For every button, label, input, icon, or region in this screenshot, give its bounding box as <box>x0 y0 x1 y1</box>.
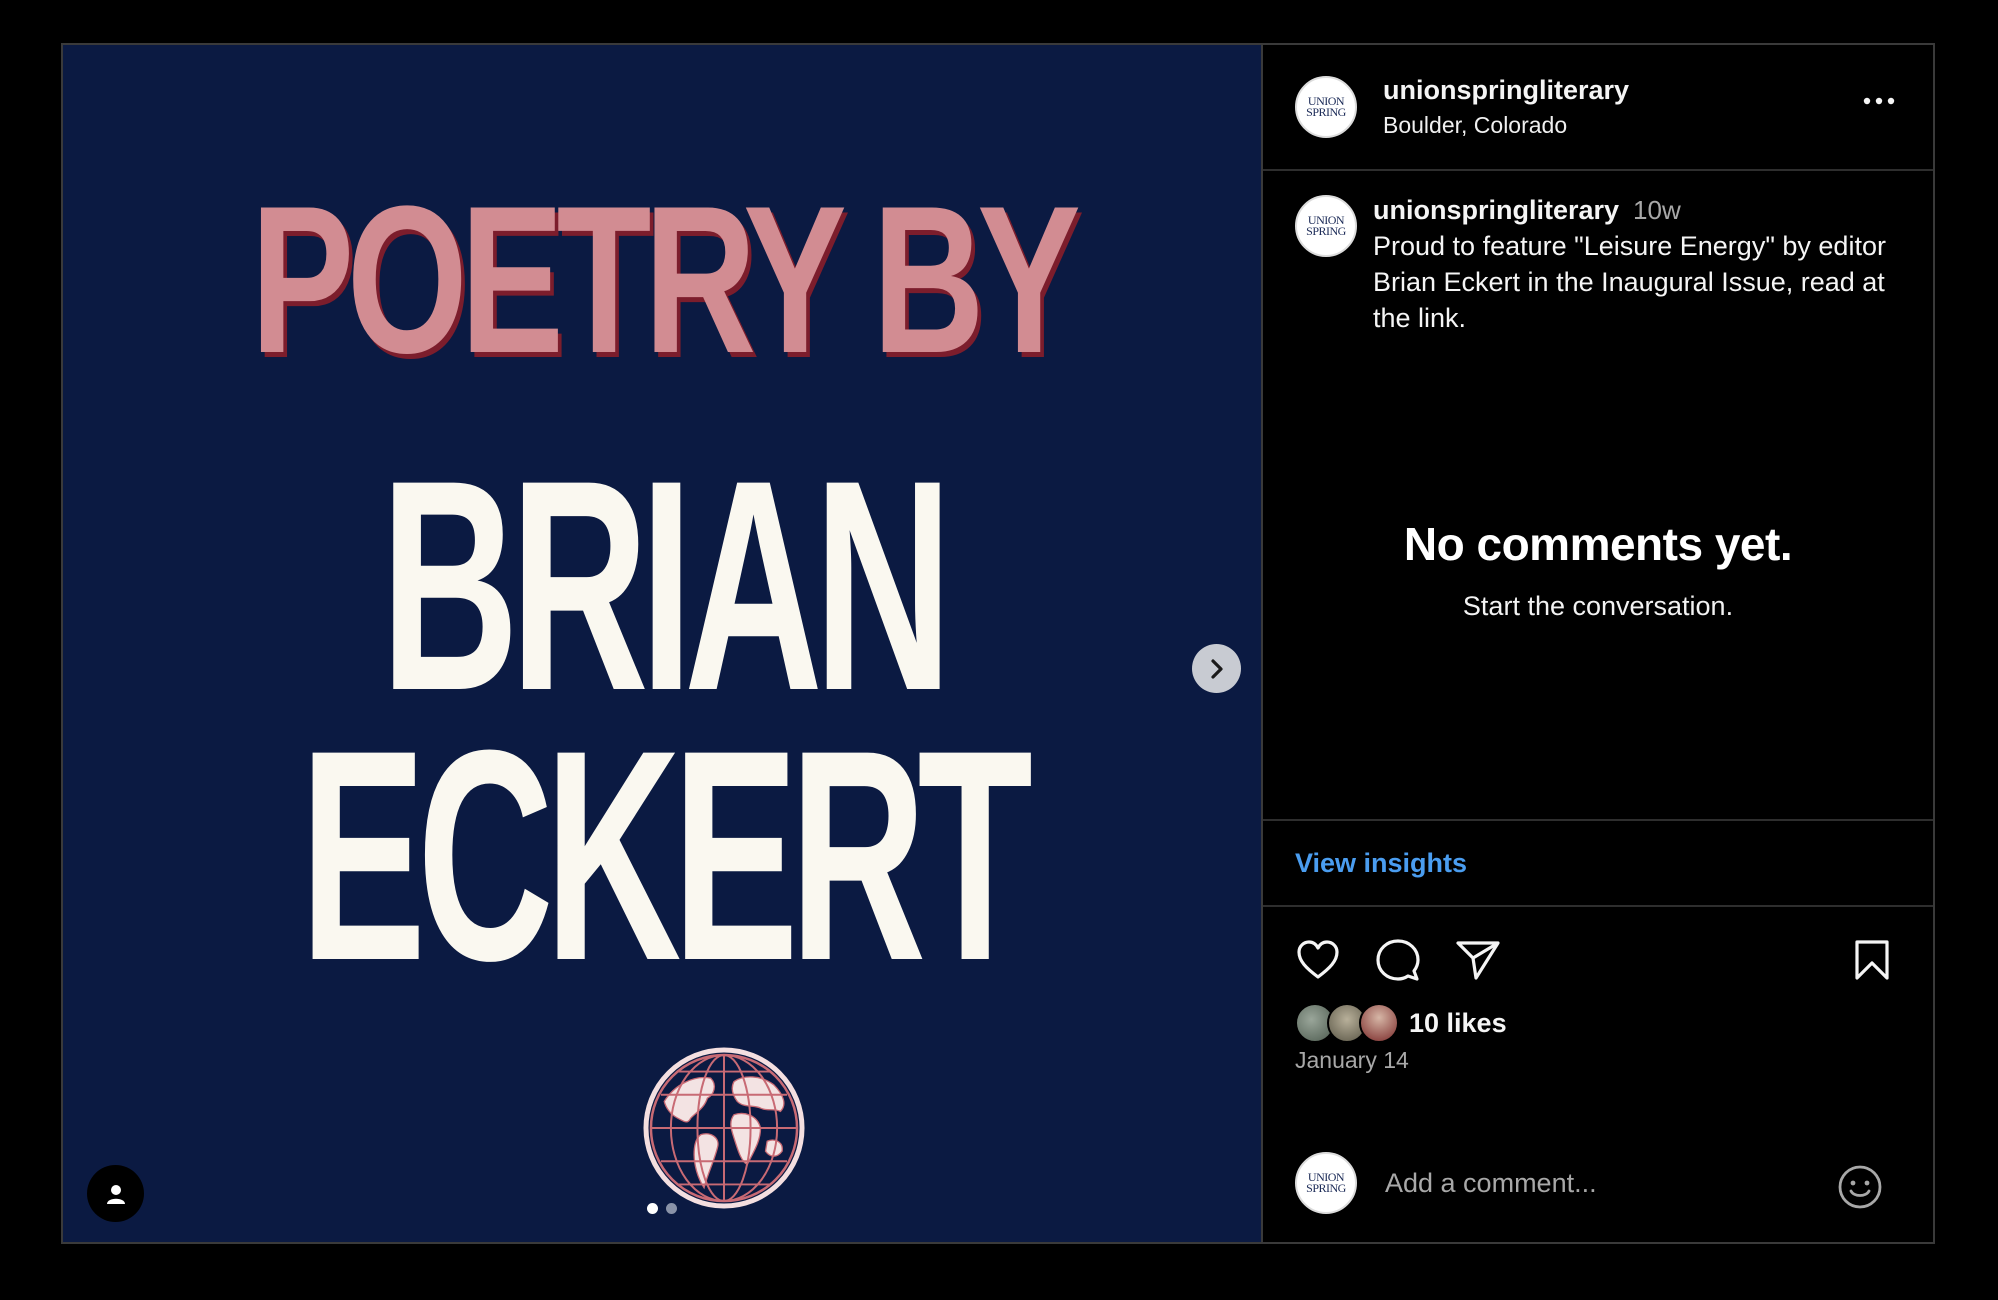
comment-bubble-icon <box>1376 939 1420 981</box>
carousel-dot <box>666 1203 677 1214</box>
chevron-right-icon <box>1210 658 1223 679</box>
avatar-text-bottom: SPRING <box>1306 224 1346 238</box>
avatar-text-bottom: SPRING <box>1306 1181 1346 1195</box>
smiley-icon[interactable] <box>1837 1164 1883 1210</box>
avatar-text-bottom: SPRING <box>1306 105 1346 119</box>
no-comments-title: No comments yet. <box>1403 518 1793 570</box>
caption-time: 10w <box>1633 195 1681 225</box>
paper-plane-icon <box>1456 941 1500 980</box>
comment-composer: UNION SPRING <box>1263 1124 1933 1242</box>
like-button[interactable] <box>1295 937 1341 983</box>
post-username[interactable]: unionspringliterary <box>1383 75 1629 106</box>
more-horizontal-icon[interactable] <box>1863 97 1895 105</box>
carousel-dot-active <box>647 1203 658 1214</box>
post-header: UNION SPRING unionspringliterary Boulder… <box>1263 45 1933 171</box>
composer-avatar: UNION SPRING <box>1295 1152 1357 1214</box>
avatar[interactable]: UNION SPRING <box>1295 76 1357 138</box>
likes-count[interactable]: 10 likes <box>1409 1008 1507 1039</box>
headline-last-name: ECKERT <box>299 687 1033 1023</box>
post-modal: POETRY BY BRIAN ECKERT UNION SPRING unio… <box>61 43 1935 1244</box>
comment-button[interactable] <box>1375 937 1421 983</box>
post-media[interactable]: POETRY BY BRIAN ECKERT <box>63 45 1263 1242</box>
comment-input[interactable] <box>1383 1166 1807 1200</box>
next-slide-button[interactable] <box>1192 644 1241 693</box>
post-details-panel: UNION SPRING unionspringliterary Boulder… <box>1263 45 1933 1242</box>
liker-avatar <box>1359 1003 1399 1043</box>
share-button[interactable] <box>1455 937 1501 983</box>
caption-text: Proud to feature "Leisure Energy" by edi… <box>1373 231 1886 333</box>
save-button[interactable] <box>1849 937 1895 983</box>
caption: UNION SPRING unionspringliterary 10w Prou… <box>1295 195 1893 336</box>
post-date: January 14 <box>1295 1047 1409 1073</box>
post-location[interactable]: Boulder, Colorado <box>1383 112 1629 139</box>
likes-row[interactable]: 10 likes <box>1295 1003 1507 1043</box>
tagged-users-button[interactable] <box>87 1165 144 1222</box>
heart-icon <box>1297 940 1339 979</box>
no-comments-subtitle: Start the conversation. <box>1462 591 1734 621</box>
action-bar: 10 likes January 14 <box>1263 907 1933 1107</box>
comments-section: UNION SPRING unionspringliterary 10w Prou… <box>1263 171 1933 821</box>
person-icon <box>106 1184 125 1204</box>
globe-icon <box>643 1047 805 1209</box>
carousel-indicator <box>647 1203 677 1214</box>
headline-poetry-by: POETRY BY <box>250 162 1081 397</box>
caption-avatar[interactable]: UNION SPRING <box>1295 195 1357 257</box>
bookmark-icon <box>1855 940 1889 980</box>
view-insights-link[interactable]: View insights <box>1295 848 1467 879</box>
caption-username[interactable]: unionspringliterary <box>1373 195 1619 225</box>
insights-row: View insights <box>1263 821 1933 907</box>
